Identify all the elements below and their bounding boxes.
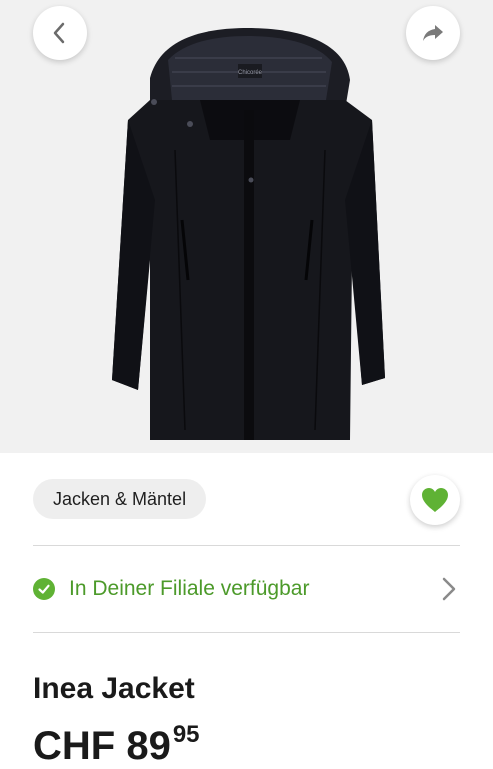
divider: [33, 545, 460, 546]
product-price: CHF 8995: [33, 721, 200, 769]
category-chip[interactable]: Jacken & Mäntel: [33, 479, 207, 519]
share-button[interactable]: [406, 6, 460, 60]
availability-row[interactable]: In Deiner Filiale verfügbar: [33, 563, 460, 615]
availability-label: In Deiner Filiale verfügbar: [69, 577, 310, 600]
category-label: Jacken & Mäntel: [53, 488, 187, 509]
product-image-area[interactable]: Chicorée: [0, 0, 493, 453]
share-arrow-icon: [423, 25, 443, 41]
chevron-left-icon: [53, 22, 65, 44]
product-title: Inea Jacket: [33, 672, 195, 705]
price-cents: 95: [172, 721, 200, 748]
back-button[interactable]: [33, 6, 87, 60]
heart-icon: [422, 488, 448, 512]
price-main: CHF 89: [33, 724, 171, 768]
favorite-button[interactable]: [410, 475, 460, 525]
chevron-right-icon: [442, 577, 456, 601]
svg-text:Chicorée: Chicorée: [238, 70, 263, 76]
divider: [33, 632, 460, 633]
product-image: Chicorée: [112, 28, 385, 440]
check-circle-icon: [33, 578, 55, 600]
